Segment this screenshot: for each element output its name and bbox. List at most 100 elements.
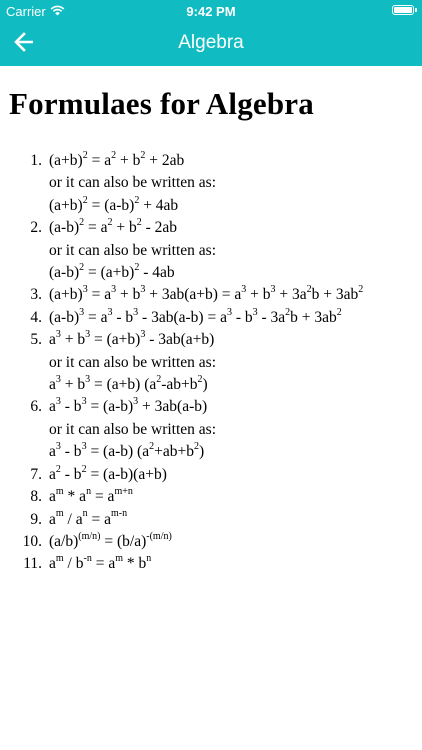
formula-exponent: m+n xyxy=(114,485,133,497)
formula-text: = a xyxy=(87,152,112,169)
formula-text: - 2ab xyxy=(141,219,178,237)
formula-exponent: 3 xyxy=(226,306,232,318)
formula-line: (a-b)2 = (a+b)2 - 4ab xyxy=(49,262,422,284)
formula-text: + 4ab xyxy=(139,196,179,214)
formula-exponent: 2 xyxy=(134,261,140,273)
status-time: 9:42 PM xyxy=(186,4,236,19)
formula-exponent: 2 xyxy=(156,373,162,385)
formula-text: - b xyxy=(231,308,253,326)
formula-line: a3 - b3 = (a-b)3 + 3ab(a-b) xyxy=(49,396,422,418)
formula-text: + 3ab(a+b) = a xyxy=(145,286,242,304)
formula-exponent: m xyxy=(55,508,64,520)
formula-exponent: 2 xyxy=(285,306,291,318)
formula-line: (a+b)3 = a3 + b3 + 3ab(a+b) = a3 + b3 + … xyxy=(49,284,422,306)
formula-exponent: 2 xyxy=(82,194,88,206)
formula-exponent: -n xyxy=(83,553,92,565)
formula-text: * b xyxy=(122,555,147,573)
formula-exponent: n xyxy=(82,508,88,520)
formula-text: + b xyxy=(116,152,141,169)
formula-number: 2. xyxy=(30,219,42,237)
formula-exponent: n xyxy=(86,485,92,497)
content-area: Formulaes for Algebra 1. (a+b)2 = a2 + b2… xyxy=(0,66,422,750)
formula-item: 2. (a-b)2 = a2 + b2 - 2ab or it can also b… xyxy=(0,217,422,284)
formula-exponent: 2 xyxy=(79,217,85,229)
formula-line: a3 + b3 = (a+b) (a2-ab+b2) xyxy=(49,374,422,396)
formula-text: = a xyxy=(84,308,108,326)
formula-exponent: 3 xyxy=(133,306,139,318)
formula-exponent: (m/n) xyxy=(78,530,101,542)
formula-text: = (a+b) xyxy=(84,264,135,282)
formula-text: a xyxy=(49,555,56,573)
formula-number: 3. xyxy=(30,286,42,304)
formula-exponent: 3 xyxy=(55,373,61,385)
nav-title: Algebra xyxy=(178,32,244,53)
formula-line: or it can also be written as: xyxy=(49,352,422,374)
formula-line: a3 - b3 = (a-b) (a2+ab+b2) xyxy=(49,441,422,463)
formula-exponent: 2 xyxy=(111,149,117,161)
formula-text: / a xyxy=(63,510,83,528)
formula-exponent: 2 xyxy=(134,194,140,206)
formula-text: or it can also be written as: xyxy=(49,353,217,371)
formula-text: a xyxy=(49,331,56,349)
formula-text: - 3a xyxy=(257,308,286,326)
formula-item: 5. a3 + b3 = (a+b)3 - 3ab(a+b) or it can a… xyxy=(0,329,422,396)
formula-text: - 3ab(a-b) = a xyxy=(138,308,227,326)
formula-text: + 3ab(a-b) xyxy=(138,398,208,416)
formula-text: = a xyxy=(91,555,116,573)
formula-text: + b xyxy=(60,331,86,349)
formula-text: or it can also be written as: xyxy=(49,241,217,259)
formula-line: or it can also be written as: xyxy=(49,240,422,262)
formula-exponent: 3 xyxy=(85,329,91,341)
formula-exponent: 3 xyxy=(107,306,113,318)
formula-item: 9. am / an = am-n xyxy=(0,509,422,531)
formula-text: a xyxy=(49,376,56,394)
formula-text: or it can also be written as: xyxy=(49,174,217,192)
formula-text: = (a-b)(a+b) xyxy=(86,465,167,483)
formula-item: 10. (a/b)(m/n) = (b/a)-(m/n) xyxy=(0,531,422,553)
formula-item: 4. (a-b)3 = a3 - b3 - 3ab(a-b) = a3 - b3 … xyxy=(0,307,422,329)
formula-text: a xyxy=(49,488,56,506)
status-bar: Carrier 9:42 PM xyxy=(0,0,422,22)
formula-exponent: 3 xyxy=(133,396,139,408)
formula-text: = (b/a) xyxy=(100,532,147,550)
formula-text: = (a+b) (a xyxy=(90,376,157,394)
formula-text: + 2ab xyxy=(145,152,185,169)
formula-number: 8. xyxy=(30,488,42,506)
formula-exponent: 3 xyxy=(81,441,87,453)
formula-exponent: 3 xyxy=(85,373,91,385)
page-heading: Formulaes for Algebra xyxy=(9,86,314,121)
formula-number: 1. xyxy=(30,152,42,169)
formula-text: ) xyxy=(202,376,208,394)
formula-exponent: 2 xyxy=(140,149,146,161)
formula-text: (a-b) xyxy=(49,219,80,237)
formula-line: or it can also be written as: xyxy=(49,172,422,194)
formula-number: 11. xyxy=(23,555,42,573)
formula-line: (a+b)2 = (a-b)2 + 4ab xyxy=(49,195,422,217)
formula-line: (a/b)(m/n) = (b/a)-(m/n) xyxy=(49,531,422,553)
formula-text: = a xyxy=(84,219,108,237)
formula-exponent: 2 xyxy=(107,217,113,229)
formula-text: + b xyxy=(60,376,86,394)
formula-number: 4. xyxy=(30,308,42,326)
formula-line: a3 + b3 = (a+b)3 - 3ab(a+b) xyxy=(49,329,422,351)
formula-number: 10. xyxy=(22,532,42,550)
formula-exponent: 2 xyxy=(336,306,342,318)
formula-text: ) xyxy=(198,443,205,461)
formula-text: = a xyxy=(91,488,115,506)
formula-text: a xyxy=(49,465,56,483)
formula-exponent: m xyxy=(55,485,64,497)
formula-line: am * an = am+n xyxy=(49,486,422,508)
formula-item: 8. am * an = am+n xyxy=(0,486,422,508)
formula-text: -ab+b xyxy=(161,376,198,394)
formula-text: +ab+b xyxy=(154,443,194,461)
formula-text: (a/b) xyxy=(49,532,79,550)
formula-text: b + 3ab xyxy=(311,286,359,304)
formula-text: (a+b) xyxy=(49,196,83,214)
formula-exponent: n xyxy=(146,553,152,565)
formula-exponent: m xyxy=(115,553,123,565)
formula-number: 7. xyxy=(30,465,42,483)
formula-text: = a xyxy=(87,286,112,304)
formula-exponent: 2 xyxy=(197,373,203,385)
formula-exponent: 2 xyxy=(306,284,312,296)
formula-exponent: 3 xyxy=(55,329,61,341)
